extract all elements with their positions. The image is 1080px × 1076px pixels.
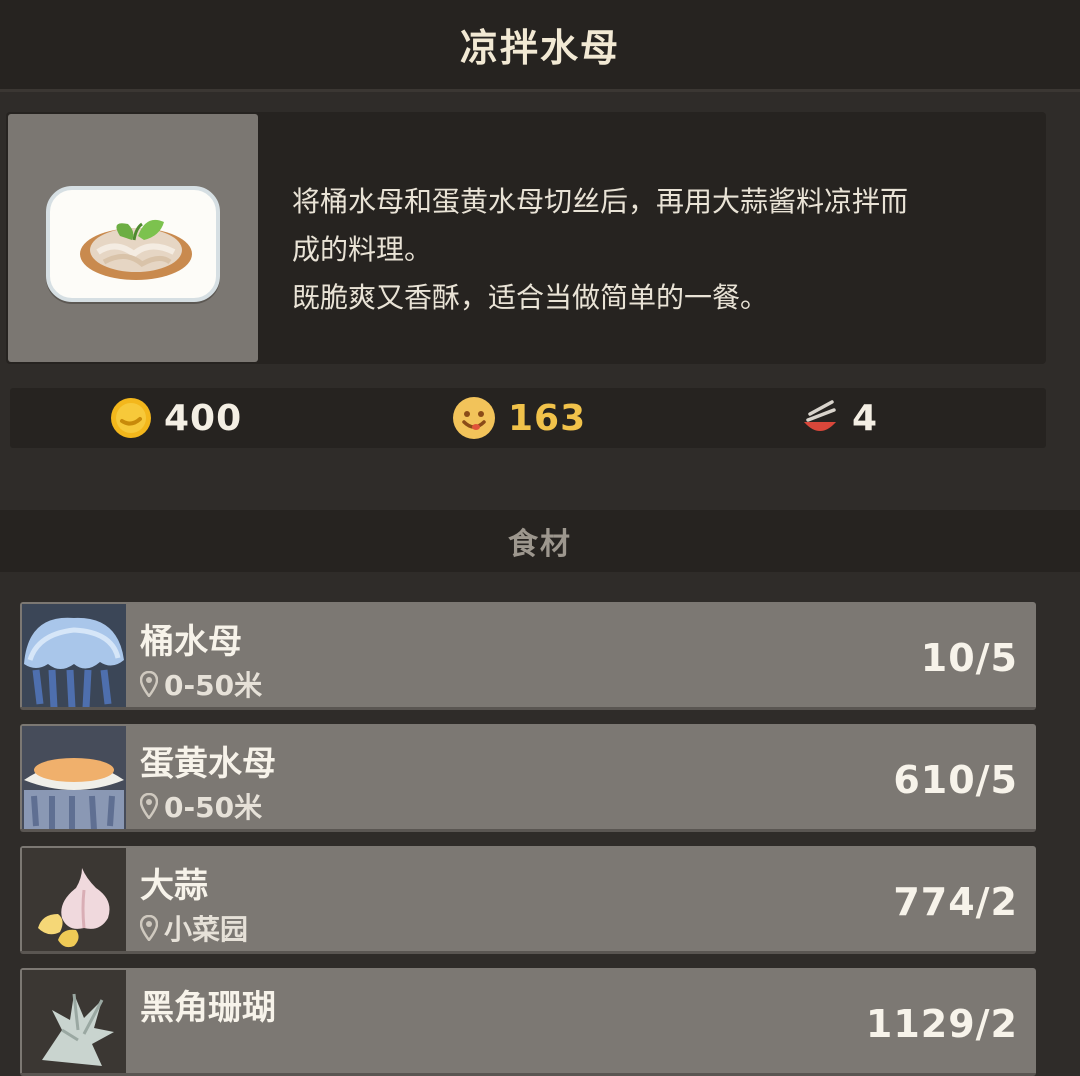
ingredient-row[interactable]: 黑角珊瑚 1129/2 <box>20 968 1036 1076</box>
dish-image-frame <box>8 114 258 362</box>
ingredient-row[interactable]: 大蒜 小菜园 774/2 <box>20 846 1036 954</box>
dish-stats-bar: 400 163 4 <box>10 388 1046 448</box>
ingredient-row[interactable]: 桶水母 0-50米 10/5 <box>20 602 1036 710</box>
taste-value: 4 <box>852 397 879 439</box>
popularity-stat: 163 <box>452 388 586 448</box>
dish-description-line: 将桶水母和蛋黄水母切丝后，再用大蒜酱料凉拌而 <box>292 185 909 218</box>
ingredient-location-text: 0-50米 <box>164 669 263 702</box>
dish-food-illustration <box>80 219 192 280</box>
dish-info-panel: 将桶水母和蛋黄水母切丝后，再用大蒜酱料凉拌而 成的料理。 既脆爽又香酥，适合当做… <box>6 112 1046 364</box>
cold-jellyfish-dish-icon <box>46 186 220 302</box>
ingredient-location-text: 小菜园 <box>164 913 249 946</box>
ingredient-count: 1129/2 <box>865 1002 1018 1046</box>
ingredient-location: 0-50米 <box>140 664 262 704</box>
gold-coin-icon <box>111 398 151 438</box>
ingredients-section-label: 食材 <box>508 527 572 562</box>
popularity-value: 163 <box>508 397 587 439</box>
price-stat: 400 <box>110 388 242 448</box>
egg-yolk-jellyfish-icon <box>22 726 126 829</box>
title-bar: 凉拌水母 <box>0 0 1080 92</box>
ingredient-count: 774/2 <box>893 880 1018 924</box>
smiley-face-icon <box>453 397 495 439</box>
dish-description: 将桶水母和蛋黄水母切丝后，再用大蒜酱料凉拌而 成的料理。 既脆爽又香酥，适合当做… <box>292 178 1032 322</box>
ingredients-section-header: 食材 <box>0 510 1080 572</box>
bucket-jellyfish-icon <box>22 604 126 707</box>
dish-description-line: 既脆爽又香酥，适合当做简单的一餐。 <box>292 281 769 314</box>
ingredient-count: 10/5 <box>920 636 1018 680</box>
location-pin-icon <box>140 793 158 819</box>
ingredient-name: 大蒜 <box>140 866 208 906</box>
garlic-icon <box>22 848 126 951</box>
ingredient-row[interactable]: 蛋黄水母 0-50米 610/5 <box>20 724 1036 832</box>
ingredient-location-text: 0-50米 <box>164 791 263 824</box>
black-coral-icon <box>22 970 126 1073</box>
ingredient-name: 蛋黄水母 <box>140 744 276 784</box>
ingredient-count: 610/5 <box>893 758 1018 802</box>
ingredient-location: 0-50米 <box>140 786 262 826</box>
bowl-chopsticks-icon <box>804 400 836 431</box>
dish-title: 凉拌水母 <box>459 26 620 70</box>
ingredient-name: 黑角珊瑚 <box>140 988 276 1028</box>
ingredient-name: 桶水母 <box>140 622 242 662</box>
location-pin-icon <box>140 671 158 697</box>
dish-description-line: 成的料理。 <box>292 233 433 266</box>
ingredient-location: 小菜园 <box>140 908 248 948</box>
price-value: 400 <box>164 397 243 439</box>
taste-stat: 4 <box>800 388 878 448</box>
location-pin-icon <box>140 915 158 941</box>
